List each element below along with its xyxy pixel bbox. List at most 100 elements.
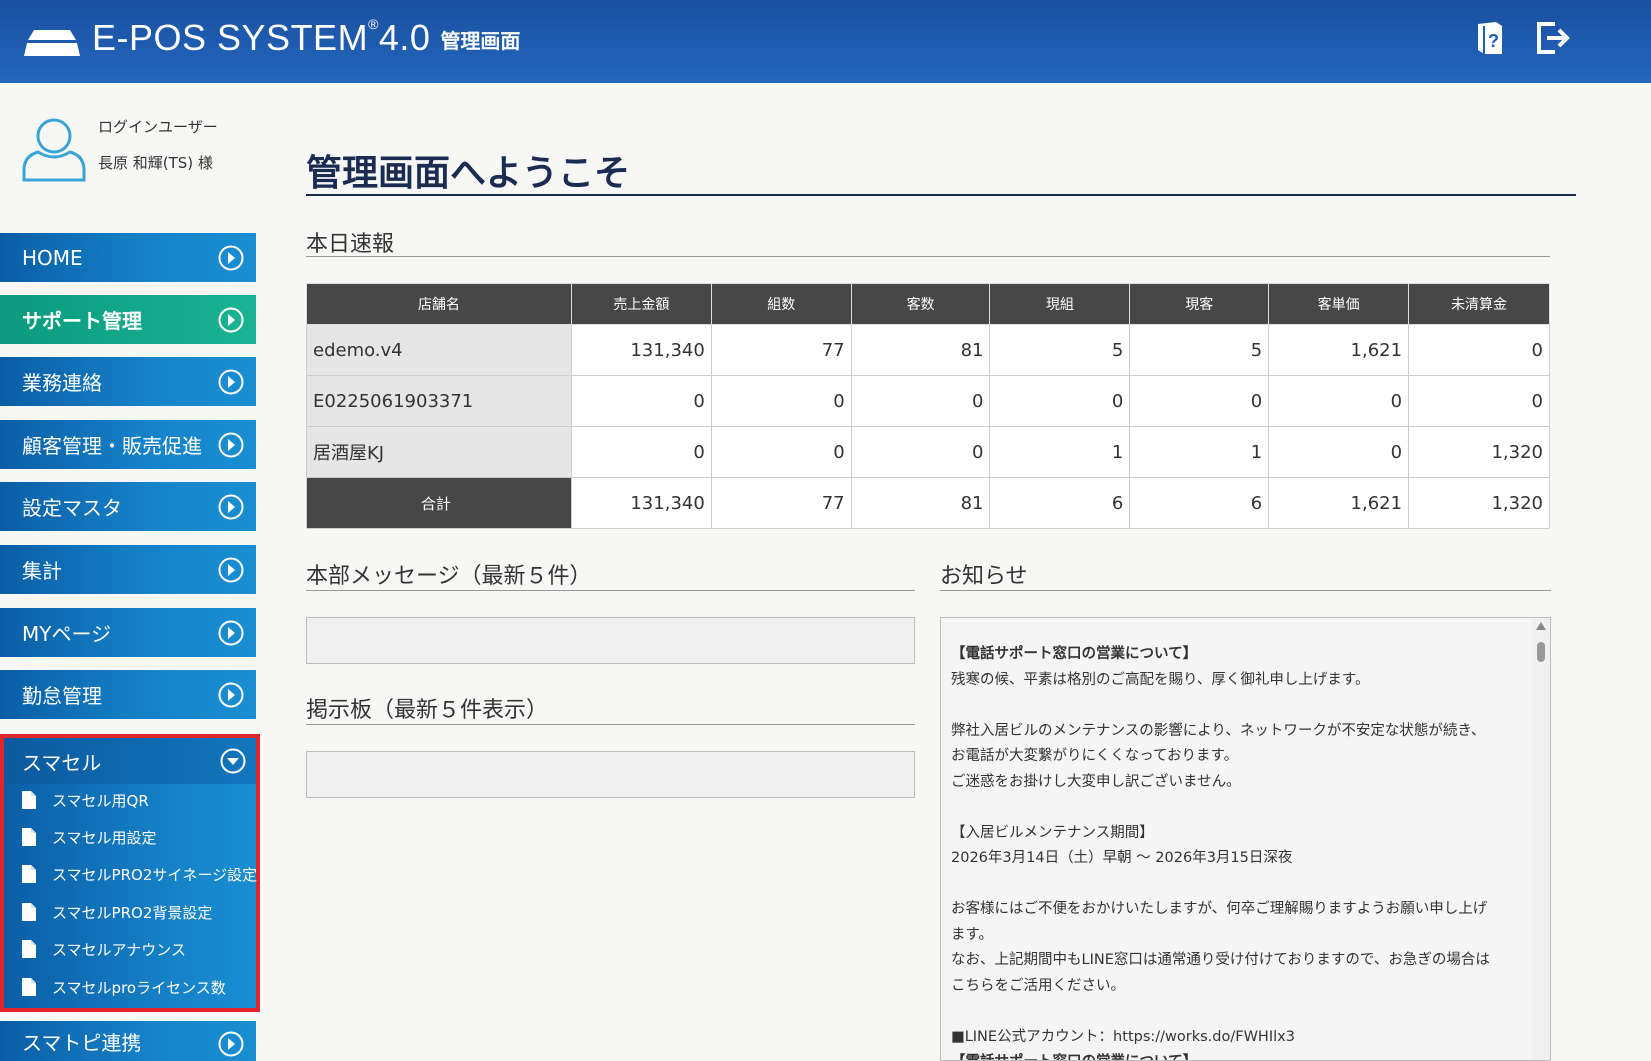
arrow-circle-right-icon	[218, 620, 244, 646]
column-header: 客単価	[1268, 283, 1410, 325]
sidebar-item-settings-master[interactable]: 設定マスタ	[0, 482, 256, 531]
sidebar-item-label: スマセル	[22, 750, 102, 775]
sidebar-subitem-smacel-announce[interactable]: スマセルアナウンス	[22, 934, 258, 964]
table-cell: 131,340	[570, 477, 712, 529]
column-header: 未清算金	[1408, 283, 1550, 325]
sidebar-item-smacel[interactable]: スマセル	[4, 738, 256, 784]
sidebar-item-label: 集計	[22, 559, 62, 583]
document-icon	[22, 791, 36, 809]
sidebar-subitem-smacel-settings[interactable]: スマセル用設定	[22, 822, 258, 852]
sidebar-item-label: 勤怠管理	[22, 684, 102, 708]
bulletin-board-panel	[306, 751, 915, 798]
sidebar-item-label: サポート管理	[22, 309, 142, 333]
sidebar-subitem-label: スマセルアナウンス	[52, 940, 186, 959]
sidebar-subitem-smacel-pro-license[interactable]: スマセルproライセンス数	[22, 972, 258, 1002]
notice-line: ます。	[951, 926, 994, 943]
table-cell: 77	[710, 324, 852, 376]
table-cell: 1,320	[1408, 426, 1550, 478]
notices-scrollbar[interactable]	[1532, 618, 1550, 1060]
table-cell: 0	[570, 375, 712, 427]
page-title: 管理画面へようこそ	[306, 153, 631, 194]
store-name-cell: edemo.v4	[306, 324, 572, 376]
arrow-circle-right-icon	[218, 1031, 244, 1057]
sidebar-group-smacel: スマセル スマセル用QR スマセル用設定 スマセルPRO2サイネージ設定 スマセ…	[0, 734, 260, 1012]
table-cell: 0	[850, 426, 991, 478]
store-name-cell: 居酒屋KJ	[306, 426, 572, 478]
table-cell: 0	[1268, 426, 1410, 478]
notices-title: お知らせ	[940, 564, 1028, 589]
table-row: 居酒屋KJ 0 0 0 1 1 0 1,320	[306, 426, 1550, 478]
logo-text: E-POS SYSTEM®4.0	[92, 16, 431, 58]
sidebar-item-label: 設定マスタ	[22, 496, 122, 520]
table-cell: 77	[710, 477, 852, 529]
document-icon	[22, 903, 36, 921]
app-logo[interactable]: E-POS SYSTEM®4.0 管理画面	[24, 16, 521, 58]
sidebar-item-aggregate[interactable]: 集計	[0, 545, 256, 594]
scrollbar-thumb[interactable]	[1537, 642, 1545, 662]
sidebar-subitem-smacel-qr[interactable]: スマセル用QR	[22, 785, 258, 815]
sidebar-item-attendance[interactable]: 勤怠管理	[0, 670, 256, 719]
table-cell: 0	[850, 375, 991, 427]
bulletin-board-title: 掲示板（最新５件表示）	[306, 698, 549, 723]
sidebar-item-customer[interactable]: 顧客管理・販売促進	[0, 420, 256, 469]
sidebar-item-mypage[interactable]: MYページ	[0, 608, 256, 657]
sidebar-item-label: MYページ	[22, 622, 112, 646]
sidebar-subitem-smacel-pro2-background[interactable]: スマセルPRO2背景設定	[22, 897, 258, 927]
table-total-row: 合計 131,340 77 81 6 6 1,621 1,320	[306, 477, 1550, 529]
table-header-row: 店舗名 売上金額 組数 客数 現組 現客 客単価 未清算金	[306, 283, 1550, 325]
login-user-name: 長原 和輝(TS) 様	[98, 154, 213, 172]
table-cell: 5	[1129, 324, 1270, 376]
sidebar-item-label: 業務連絡	[22, 371, 102, 395]
table-cell: 1,621	[1268, 324, 1410, 376]
table-cell: 0	[989, 375, 1131, 427]
table-cell: 131,340	[570, 324, 712, 376]
table-cell: 6	[989, 477, 1131, 529]
logout-icon[interactable]	[1535, 20, 1571, 56]
help-manual-icon[interactable]: ?	[1474, 20, 1506, 56]
logo-mark-icon	[24, 30, 80, 56]
notices-content: 【電話サポート窓口の営業について】 残寒の候、平素は格別のご高配を賜り、厚く御礼…	[951, 642, 1511, 1060]
header-subtitle: 管理画面	[440, 29, 521, 53]
hq-messages-title: 本部メッセージ（最新５件）	[306, 564, 592, 589]
table-cell: 81	[850, 324, 991, 376]
table-cell: 1,621	[1268, 477, 1410, 529]
sidebar-subitem-label: スマセルproライセンス数	[52, 978, 226, 997]
sidebar-item-home[interactable]: HOME	[0, 233, 256, 282]
sidebar-item-label: スマトピ連携	[22, 1030, 142, 1055]
document-icon	[22, 828, 36, 846]
notice-line	[951, 872, 1511, 898]
arrow-circle-right-icon	[218, 307, 244, 333]
sidebar-subitem-smacel-pro2-signage[interactable]: スマセルPRO2サイネージ設定	[22, 859, 258, 889]
sidebar-subitem-label: スマセルPRO2サイネージ設定	[52, 865, 258, 884]
hq-messages-divider	[306, 590, 915, 591]
notice-line: 【入居ビルメンテナンス期間】	[951, 824, 1154, 841]
table-cell: 5	[989, 324, 1131, 376]
sidebar-item-smatopi[interactable]: スマトピ連携	[0, 1021, 256, 1061]
arrow-circle-down-icon	[220, 748, 246, 774]
notices-panel[interactable]: 【電話サポート窓口の営業について】 残寒の候、平素は格別のご高配を賜り、厚く御礼…	[940, 617, 1551, 1061]
table-cell: 1,320	[1408, 477, 1550, 529]
sidebar-item-business-contact[interactable]: 業務連絡	[0, 357, 256, 406]
table-row: E0225061903371 0 0 0 0 0 0 0	[306, 375, 1550, 427]
notice-line: 弊社入居ビルのメンテナンスの影響により、ネットワークが不安定な状態が続き、	[951, 722, 1486, 739]
arrow-circle-right-icon	[218, 682, 244, 708]
report-section-divider	[306, 256, 1550, 257]
table-cell: 0	[570, 426, 712, 478]
table-cell: 0	[1268, 375, 1410, 427]
arrow-circle-right-icon	[218, 369, 244, 395]
table-cell: 0	[710, 426, 852, 478]
table-cell: 1	[989, 426, 1131, 478]
table-cell: 1	[1129, 426, 1270, 478]
sidebar-item-support[interactable]: サポート管理	[0, 295, 256, 344]
notice-line: 2026年3月14日（土）早朝 〜 2026年3月15日深夜	[951, 850, 1293, 866]
notice-line	[951, 999, 1511, 1025]
column-header: 組数	[710, 283, 852, 325]
scroll-up-icon[interactable]	[1536, 622, 1546, 630]
hq-messages-panel	[306, 617, 915, 664]
arrow-circle-right-icon	[218, 245, 244, 271]
table-cell: 0	[1408, 375, 1550, 427]
arrow-circle-right-icon	[218, 494, 244, 520]
sidebar-subitem-label: スマセルPRO2背景設定	[52, 903, 213, 922]
notices-divider	[940, 590, 1551, 591]
document-icon	[22, 940, 36, 958]
